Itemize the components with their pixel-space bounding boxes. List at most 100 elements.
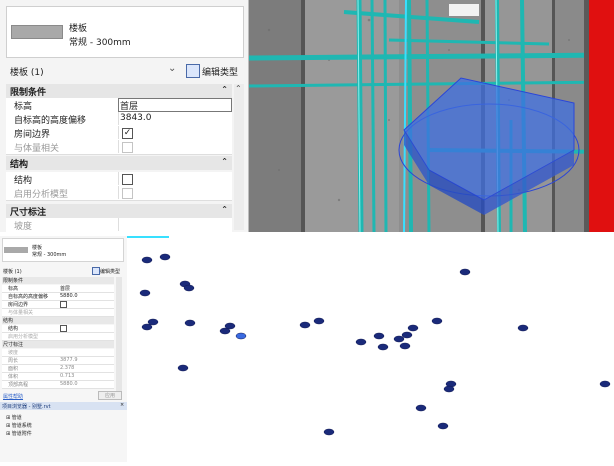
floor-marker[interactable] xyxy=(355,338,367,346)
floor-marker[interactable] xyxy=(431,317,443,325)
mass-label: 与体量相关 xyxy=(14,144,60,154)
floor-marker[interactable] xyxy=(517,324,529,332)
properties-panel: 楼板 常规 - 300mm 楼板 (1) ⌄ 编辑类型 限制条件 ⌃ 标高 首层… xyxy=(0,0,249,232)
floor-marker[interactable] xyxy=(377,343,389,351)
edit-type-icon[interactable] xyxy=(186,64,200,78)
section-dimensions[interactable]: 尺寸标注 ⌃ xyxy=(6,204,232,218)
mini-help-link[interactable]: 属性帮助 xyxy=(3,393,23,400)
floor-marker[interactable] xyxy=(184,319,196,327)
mini-row-struct: 结构 xyxy=(2,325,114,333)
analytical-label: 启用分析模型 xyxy=(14,190,69,200)
mini-top-elev-value: 5880.0 xyxy=(60,381,78,387)
collapse-icon[interactable]: ⌃ xyxy=(221,205,228,214)
mini-browser-item[interactable]: ⊞ 管道 xyxy=(6,414,22,421)
type-selector[interactable]: 楼板 常规 - 300mm xyxy=(6,6,244,58)
3d-view-viewport[interactable] xyxy=(249,0,614,232)
red-boundary-shadow xyxy=(584,0,589,232)
room-bounding-cell xyxy=(118,126,233,139)
room-bounding-label: 房间边界 xyxy=(14,130,51,140)
mini-struct-checkbox[interactable] xyxy=(60,325,67,332)
offset-value[interactable]: 3843.0 xyxy=(120,113,152,123)
mini-scrollbar[interactable] xyxy=(116,277,122,392)
floor-marker[interactable] xyxy=(459,268,471,276)
mini-section-constraints[interactable]: 限制条件 xyxy=(2,277,114,284)
scroll-up-icon[interactable]: ⌃ xyxy=(235,84,242,93)
floor-marker[interactable] xyxy=(139,289,151,297)
structural-cell xyxy=(118,172,233,185)
section-structure[interactable]: 结构 ⌃ xyxy=(6,156,232,170)
floor-marker[interactable] xyxy=(177,364,189,372)
row-slope: 坡度 xyxy=(6,218,232,232)
mini-room-checkbox[interactable] xyxy=(60,301,67,308)
type-name: 常规 - 300mm xyxy=(69,38,131,48)
row-structural: 结构 xyxy=(6,172,232,187)
floor-marker[interactable] xyxy=(373,332,385,340)
mini-browser-item[interactable]: ⊞ 管道系统 xyxy=(6,422,32,429)
red-boundary xyxy=(589,0,614,232)
chevron-down-icon[interactable]: ⌄ xyxy=(168,63,176,74)
floor-marker[interactable] xyxy=(141,323,153,331)
floor-marker[interactable] xyxy=(599,380,611,388)
floor-marker[interactable] xyxy=(407,324,419,332)
collapse-icon[interactable]: ⌃ xyxy=(221,157,228,166)
level-label: 标高 xyxy=(14,102,33,112)
mini-volume-value: 0.713 xyxy=(60,373,75,379)
properties-scrollbar[interactable]: ⌃ xyxy=(234,84,244,230)
floor-marker[interactable] xyxy=(399,342,411,350)
floor-marker[interactable] xyxy=(313,317,325,325)
mini-instance-count[interactable]: 楼板 (1) xyxy=(3,268,22,275)
floor-marker[interactable] xyxy=(323,428,335,436)
mini-level-value[interactable]: 首层 xyxy=(60,285,70,292)
offset-label: 自标高的高度偏移 xyxy=(14,116,87,126)
floor-marker[interactable] xyxy=(235,332,247,340)
floor-marker[interactable] xyxy=(219,327,231,335)
mini-perimeter-value: 3877.9 xyxy=(60,357,78,363)
room-bounding-checkbox[interactable]: ✓ xyxy=(122,128,133,139)
structural-label: 结构 xyxy=(14,176,33,186)
mini-section-dims[interactable]: 尺寸标注 xyxy=(2,341,114,348)
mini-offset-value[interactable]: 5880.0 xyxy=(60,293,78,299)
mini-level-label: 标高 xyxy=(8,286,19,292)
level-value[interactable]: 首层 xyxy=(120,99,138,112)
mini-analytic-label: 启用分析模型 xyxy=(8,334,39,340)
mini-edit-type-button[interactable]: 编辑类型 xyxy=(100,268,120,275)
mini-offset-label: 自标高的高度偏移 xyxy=(8,294,49,300)
floor-marker[interactable] xyxy=(159,253,171,261)
section-constraints[interactable]: 限制条件 ⌃ xyxy=(6,84,232,98)
mini-row-level: 标高 首层 xyxy=(2,285,114,293)
mini-slope-label: 坡度 xyxy=(8,350,19,356)
slope-cell xyxy=(118,218,233,231)
mini-swatch-icon xyxy=(4,247,28,253)
close-icon[interactable]: × xyxy=(120,402,124,408)
floor-marker[interactable] xyxy=(443,385,455,393)
mini-browser-item-label: 管道附件 xyxy=(11,431,32,437)
mass-checkbox xyxy=(122,142,133,153)
row-room-bounding: 房间边界 ✓ xyxy=(6,126,232,141)
section-constraints-label: 限制条件 xyxy=(10,88,47,98)
structural-checkbox[interactable] xyxy=(122,174,133,185)
mini-edit-type-icon[interactable] xyxy=(92,267,100,275)
floor-marker[interactable] xyxy=(183,284,195,292)
mini-area-value: 2.378 xyxy=(60,365,75,371)
white-element xyxy=(449,4,479,16)
floor-marker[interactable] xyxy=(437,422,449,430)
mini-browser-item[interactable]: ⊞ 管道附件 xyxy=(6,430,32,437)
3d-view-canvas[interactable] xyxy=(249,0,614,232)
mini-row-analytic: 启用分析模型 xyxy=(2,333,114,341)
floor-marker[interactable] xyxy=(141,256,153,264)
edit-type-button[interactable]: 编辑类型 xyxy=(202,65,238,78)
mini-row-area: 面积 2.378 xyxy=(2,365,114,373)
type-family-name: 楼板 xyxy=(69,24,88,34)
floor-marker[interactable] xyxy=(415,404,427,412)
plan-view-canvas[interactable] xyxy=(127,236,614,462)
mini-apply-button[interactable]: 应用 xyxy=(98,391,122,400)
mini-section-constraints-label: 限制条件 xyxy=(3,278,24,284)
collapse-icon[interactable]: ⌃ xyxy=(221,85,228,94)
floor-marker[interactable] xyxy=(299,321,311,329)
mini-row-room: 房间边界 xyxy=(2,301,114,309)
mini-type-name: 楼板 xyxy=(32,245,43,251)
mini-section-structure[interactable]: 结构 xyxy=(2,317,114,324)
plan-view-viewport[interactable] xyxy=(127,236,614,462)
floor-marker[interactable] xyxy=(401,331,413,339)
instance-count[interactable]: 楼板 (1) xyxy=(10,65,44,78)
